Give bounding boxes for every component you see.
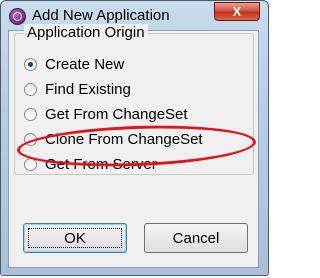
radio-checked-icon[interactable] <box>24 57 37 71</box>
cancel-button[interactable]: Cancel <box>144 223 248 253</box>
radio-unchecked-icon[interactable] <box>24 107 37 121</box>
radio-label: Find Existing <box>45 80 131 98</box>
window-title: Add New Application <box>32 7 170 24</box>
cancel-button-label: Cancel <box>172 229 220 247</box>
close-button[interactable]: X <box>214 2 260 21</box>
group-legend: Application Origin <box>24 24 148 41</box>
app-logo-icon <box>9 8 26 25</box>
ok-button[interactable]: OK <box>23 223 127 253</box>
radio-get-from-changeset[interactable]: Get From ChangeSet <box>24 104 188 124</box>
close-icon: X <box>232 4 242 19</box>
radio-create-new[interactable]: Create New <box>24 54 124 74</box>
focus-rectangle <box>28 228 122 248</box>
radio-unchecked-icon[interactable] <box>24 82 37 96</box>
radio-label: Get From ChangeSet <box>45 105 188 123</box>
radio-find-existing[interactable]: Find Existing <box>24 79 131 99</box>
radio-label: Create New <box>45 55 125 73</box>
